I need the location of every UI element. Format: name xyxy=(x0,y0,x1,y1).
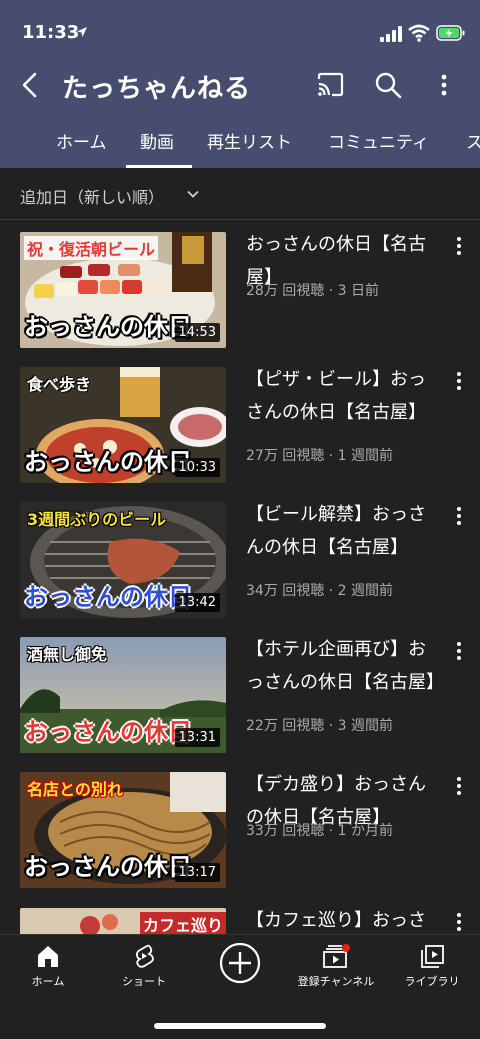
sort-menu[interactable]: 追加日（新しい順） xyxy=(0,168,480,220)
nav-home[interactable]: ホーム xyxy=(0,943,96,989)
video-title[interactable]: 【ビール解禁】おっさんの休日【名古屋】 xyxy=(246,498,442,564)
subscriptions-icon xyxy=(323,944,350,968)
home-icon xyxy=(38,946,58,967)
thumbnail-caption-top: 名店との別れ xyxy=(27,780,123,799)
back-arrow-icon[interactable] xyxy=(16,70,46,100)
more-vert-icon[interactable] xyxy=(450,639,468,663)
wifi-icon xyxy=(408,24,430,42)
thumbnail-caption-top: 祝・復活朝ビール xyxy=(24,236,159,260)
cellular-signal-icon xyxy=(380,26,402,42)
tab-community[interactable]: コミュニティ xyxy=(328,128,429,153)
more-vert-icon[interactable] xyxy=(450,234,468,258)
thumbnail-caption-main: おっさんの休日 xyxy=(24,853,192,881)
thumbnail-caption-top: カフェ巡り xyxy=(140,912,226,936)
video-item[interactable]: 酒無し御免 おっさんの休日 13:31 【ホテル企画再び】おっさんの休日【名古屋… xyxy=(0,637,480,772)
video-title[interactable]: 【ピザ・ビール】おっさんの休日【名古屋】 xyxy=(246,363,442,429)
shorts-icon xyxy=(135,944,154,968)
status-time: 11:33 xyxy=(22,22,80,43)
video-duration: 10:33 xyxy=(174,458,220,477)
video-item[interactable]: 食べ歩き おっさんの休日 10:33 【ピザ・ビール】おっさんの休日【名古屋】 … xyxy=(0,367,480,502)
more-vert-icon[interactable] xyxy=(450,504,468,528)
cast-icon[interactable] xyxy=(316,72,344,98)
home-indicator xyxy=(154,1023,326,1029)
thumbnail-caption-main: おっさんの休日 xyxy=(24,313,192,341)
video-duration: 13:42 xyxy=(174,593,220,612)
thumbnail-caption-main: おっさんの休日 xyxy=(24,718,192,746)
video-duration: 14:53 xyxy=(174,323,220,342)
video-meta: 22万 回視聴 · 3 週間前 xyxy=(246,718,393,734)
nav-label: ホーム xyxy=(31,975,65,988)
channel-tabs: ホーム 動画 再生リスト コミュニティ ス xyxy=(0,118,480,168)
video-item[interactable]: 3週間ぶりのビール おっさんの休日 13:42 【ビール解禁】おっさんの休日【名… xyxy=(0,502,480,637)
video-meta: 27万 回視聴 · 1 週間前 xyxy=(246,448,393,464)
chevron-down-icon xyxy=(187,190,199,198)
channel-header: 11:33 たっちゃんねる ホーム 動画 再生リスト コミュニティ ス xyxy=(0,0,480,168)
nav-label: 登録チャンネル xyxy=(297,975,375,988)
video-thumbnail[interactable]: 食べ歩き おっさんの休日 10:33 xyxy=(20,367,226,483)
tab-home[interactable]: ホーム xyxy=(56,128,107,153)
location-arrow-icon xyxy=(77,27,87,37)
more-vert-icon[interactable] xyxy=(450,910,468,934)
tab-playlists[interactable]: 再生リスト xyxy=(207,128,292,153)
video-meta: 28万 回視聴 · 3 日前 xyxy=(246,283,379,299)
sort-label[interactable]: 追加日（新しい順） xyxy=(20,184,164,208)
more-vert-icon[interactable] xyxy=(450,369,468,393)
nav-library[interactable]: ライブラリ xyxy=(384,943,480,989)
thumbnail-caption-main: おっさんの休日 xyxy=(24,583,192,611)
thumbnail-caption-top: 食べ歩き xyxy=(27,375,92,394)
video-meta: 33万 回視聴 · 1 か月前 xyxy=(246,823,393,839)
top-app-bar: たっちゃんねる xyxy=(0,60,480,110)
more-vert-icon[interactable] xyxy=(450,774,468,798)
video-thumbnail[interactable]: 酒無し御免 おっさんの休日 13:31 xyxy=(20,637,226,753)
video-duration: 13:17 xyxy=(174,863,220,882)
more-vert-icon[interactable] xyxy=(432,70,456,100)
nav-subscriptions[interactable]: 登録チャンネル xyxy=(288,943,384,989)
library-icon xyxy=(421,945,444,968)
thumbnail-caption-top: 酒無し御免 xyxy=(27,645,108,664)
video-meta: 34万 回視聴 · 2 週間前 xyxy=(246,583,393,599)
video-thumbnail[interactable]: 祝・復活朝ビール おっさんの休日 14:53 xyxy=(20,232,226,348)
tab-channels[interactable]: ス xyxy=(466,128,480,153)
video-duration: 13:31 xyxy=(174,728,220,747)
nav-label: ライブラリ xyxy=(404,975,460,988)
search-icon[interactable] xyxy=(374,71,402,99)
video-thumbnail[interactable]: 名店との別れ おっさんの休日 13:17 xyxy=(20,772,226,888)
video-item[interactable]: 名店との別れ おっさんの休日 13:17 【デカ盛り】おっさんの休日【名古屋】 … xyxy=(0,772,480,907)
battery-charging-icon xyxy=(436,25,465,41)
channel-title: たっちゃんねる xyxy=(62,74,252,104)
nav-label: ショート xyxy=(122,975,166,988)
thumbnail-caption-top: 3週間ぶりのビール xyxy=(27,510,167,529)
nav-shorts[interactable]: ショート xyxy=(96,943,192,989)
tab-videos[interactable]: 動画 xyxy=(140,128,174,153)
create-icon xyxy=(219,942,261,984)
status-bar: 11:33 xyxy=(0,0,480,64)
video-title[interactable]: 【ホテル企画再び】おっさんの休日【名古屋】 xyxy=(246,633,444,699)
nav-create[interactable] xyxy=(192,941,288,985)
thumbnail-caption-main: おっさんの休日 xyxy=(24,448,192,476)
video-thumbnail[interactable]: 3週間ぶりのビール おっさんの休日 13:42 xyxy=(20,502,226,618)
video-item[interactable]: 祝・復活朝ビール おっさんの休日 14:53 おっさんの休日【名古屋】 28万 … xyxy=(0,232,480,367)
